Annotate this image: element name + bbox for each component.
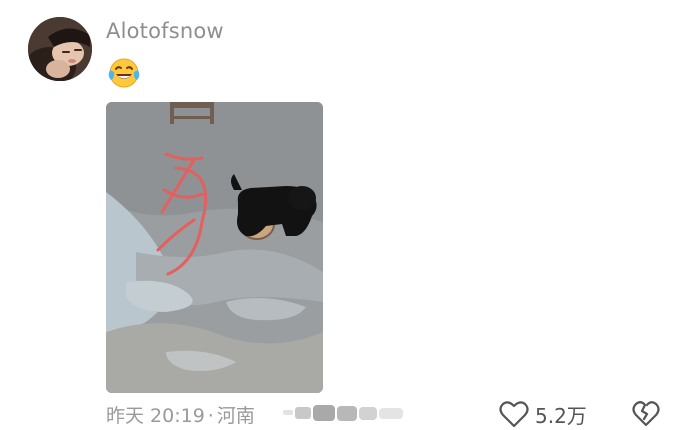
like-count: 5.2万: [535, 403, 587, 428]
avatar[interactable]: [28, 17, 92, 81]
comment-meta: 昨天 20:19 · 河南: [106, 401, 255, 428]
dislike-button[interactable]: [632, 400, 660, 428]
heart-outline-icon: [499, 401, 529, 428]
comment-photo[interactable]: [106, 102, 323, 393]
comment-location: 河南: [216, 405, 255, 427]
comment-item: Alotofsnow 昨天 20:19 · 河南 5.2万: [0, 0, 690, 430]
comment-time: 昨天 20:19: [106, 405, 205, 427]
avatar-image: [28, 17, 92, 81]
laughing-tears-emoji-icon: [107, 56, 141, 90]
broken-heart-icon: [632, 401, 660, 427]
like-button[interactable]: 5.2万: [499, 399, 587, 429]
blurred-text: [283, 403, 405, 423]
username[interactable]: Alotofsnow: [106, 19, 224, 43]
meta-separator: ·: [207, 405, 214, 427]
